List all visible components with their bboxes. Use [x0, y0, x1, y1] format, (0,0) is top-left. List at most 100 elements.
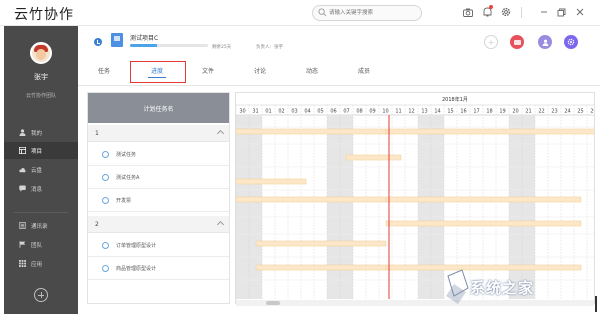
- avatar[interactable]: [30, 42, 52, 64]
- task-bar: [345, 154, 402, 161]
- search-input[interactable]: [329, 7, 419, 19]
- minimize-icon[interactable]: [538, 6, 550, 18]
- sidebar-item-mine[interactable]: 我的: [4, 124, 78, 141]
- sidebar-item-project[interactable]: 项目: [4, 142, 78, 159]
- user-team: 云竹协作团队: [25, 93, 56, 99]
- search-icon: [318, 8, 327, 17]
- message-icon: [19, 185, 26, 192]
- task-checkbox[interactable]: [102, 196, 109, 204]
- sidebar-item-label: 团队: [31, 242, 43, 249]
- task-bar: [236, 196, 387, 203]
- scrollbar-thumb[interactable]: [266, 301, 280, 305]
- project-settings-button[interactable]: [564, 35, 578, 49]
- task-bar: [255, 240, 387, 247]
- flag-icon: [19, 241, 26, 248]
- task-list-header: 计划任务名: [88, 93, 229, 123]
- task-checkbox[interactable]: [102, 173, 109, 181]
- camera-icon[interactable]: [462, 6, 474, 18]
- project-name[interactable]: 测试项目C: [130, 33, 158, 42]
- task-bar: [236, 128, 387, 135]
- day-label: 26: [590, 108, 595, 114]
- task-checkbox[interactable]: [102, 241, 109, 249]
- day-label: 23: [551, 108, 557, 114]
- apps-icon: [19, 260, 26, 267]
- task-bar: [236, 178, 307, 185]
- tab-discussion[interactable]: 讨论: [254, 66, 266, 75]
- day-label: 11: [395, 108, 401, 114]
- task-name: 开发票: [116, 197, 132, 204]
- person-icon: [19, 129, 26, 136]
- app-title: 云竹协作: [14, 7, 74, 23]
- restore-icon[interactable]: [555, 6, 567, 18]
- sidebar-item-label: 云盘: [31, 167, 43, 174]
- weekend-column: [418, 115, 431, 299]
- day-label: 03: [291, 108, 297, 114]
- add-icon[interactable]: [34, 288, 48, 302]
- project-remaining: 剩余25天: [212, 45, 232, 50]
- tab-tasks[interactable]: 任务: [98, 66, 110, 75]
- record-button[interactable]: [510, 35, 524, 49]
- task-name: 测试任务: [116, 151, 137, 158]
- sidebar: 张宇 云竹协作团队 我的 项目 云盘 消息 通讯录 团队 应用: [4, 26, 78, 314]
- task-checkbox[interactable]: [102, 264, 109, 272]
- task-bar: [385, 128, 594, 135]
- day-label: 13: [421, 108, 427, 114]
- day-label: 19: [499, 108, 505, 114]
- task-checkbox[interactable]: [102, 150, 109, 158]
- day-label: 08: [356, 108, 362, 114]
- task-bar: [385, 196, 582, 203]
- day-label: 15: [447, 108, 453, 114]
- contacts-icon: [19, 222, 26, 229]
- sidebar-item-apps[interactable]: 应用: [4, 255, 78, 272]
- day-label: 02: [278, 108, 284, 114]
- day-label: 24: [564, 108, 570, 114]
- task-row[interactable]: 测试任务A: [88, 166, 229, 189]
- project-header: 测试项目C 剩余25天 负责人：张宇 +: [78, 26, 600, 56]
- day-label: 22: [538, 108, 544, 114]
- day-label: 06: [330, 108, 336, 114]
- task-row[interactable]: 测试任务: [88, 143, 229, 166]
- task-group-row[interactable]: 2: [88, 216, 229, 233]
- add-member-button[interactable]: +: [484, 35, 498, 49]
- day-label: 25: [577, 108, 583, 114]
- chevron-up-icon[interactable]: [216, 129, 225, 138]
- task-row[interactable]: 开发票: [88, 189, 229, 212]
- task-list-panel: 计划任务名 1 测试任务 测试任务A 开发票 2 订单管理原型设计 商品管理原型…: [87, 92, 230, 304]
- tab-members[interactable]: 成员: [358, 66, 370, 75]
- tab-files[interactable]: 文件: [202, 66, 214, 75]
- watermark-text: 系统之家: [470, 279, 535, 297]
- close-icon[interactable]: [574, 6, 586, 18]
- day-label: 01: [265, 108, 271, 114]
- search-box[interactable]: [312, 5, 422, 21]
- day-label: 07: [343, 108, 349, 114]
- project-icon: [19, 147, 26, 154]
- notification-icon[interactable]: [481, 5, 493, 18]
- task-name: 商品管理原型设计: [116, 265, 157, 272]
- sidebar-item-team[interactable]: 团队: [4, 236, 78, 253]
- day-label: 20: [512, 108, 518, 114]
- user-name: 张宇: [34, 73, 48, 81]
- sidebar-item-message[interactable]: 消息: [4, 180, 78, 197]
- task-bar: [255, 264, 387, 271]
- sidebar-item-label: 消息: [31, 186, 43, 193]
- group-label: 1: [95, 129, 99, 137]
- sidebar-item-cloud[interactable]: 云盘: [4, 161, 78, 178]
- tab-activity[interactable]: 动态: [306, 66, 318, 75]
- settings-icon[interactable]: [500, 6, 512, 18]
- day-label: 09: [369, 108, 375, 114]
- task-name: 订单管理原型设计: [116, 242, 157, 249]
- task-bar: [385, 220, 582, 227]
- task-row[interactable]: 商品管理原型设计: [88, 257, 229, 280]
- project-tabs: 任务 进度 文件 讨论 动态 成员: [78, 56, 600, 86]
- members-button[interactable]: [538, 35, 552, 49]
- back-icon[interactable]: [94, 38, 102, 46]
- task-row[interactable]: 订单管理原型设计: [88, 234, 229, 257]
- day-label: 04: [304, 108, 310, 114]
- sidebar-item-contacts[interactable]: 通讯录: [4, 217, 78, 234]
- top-bar: 云竹协作: [0, 0, 600, 26]
- cloud-icon: [19, 166, 26, 173]
- sidebar-item-label: 我的: [31, 130, 43, 137]
- chevron-up-icon[interactable]: [216, 220, 225, 229]
- day-label: 31: [252, 108, 258, 114]
- task-group-row[interactable]: 1: [88, 125, 229, 142]
